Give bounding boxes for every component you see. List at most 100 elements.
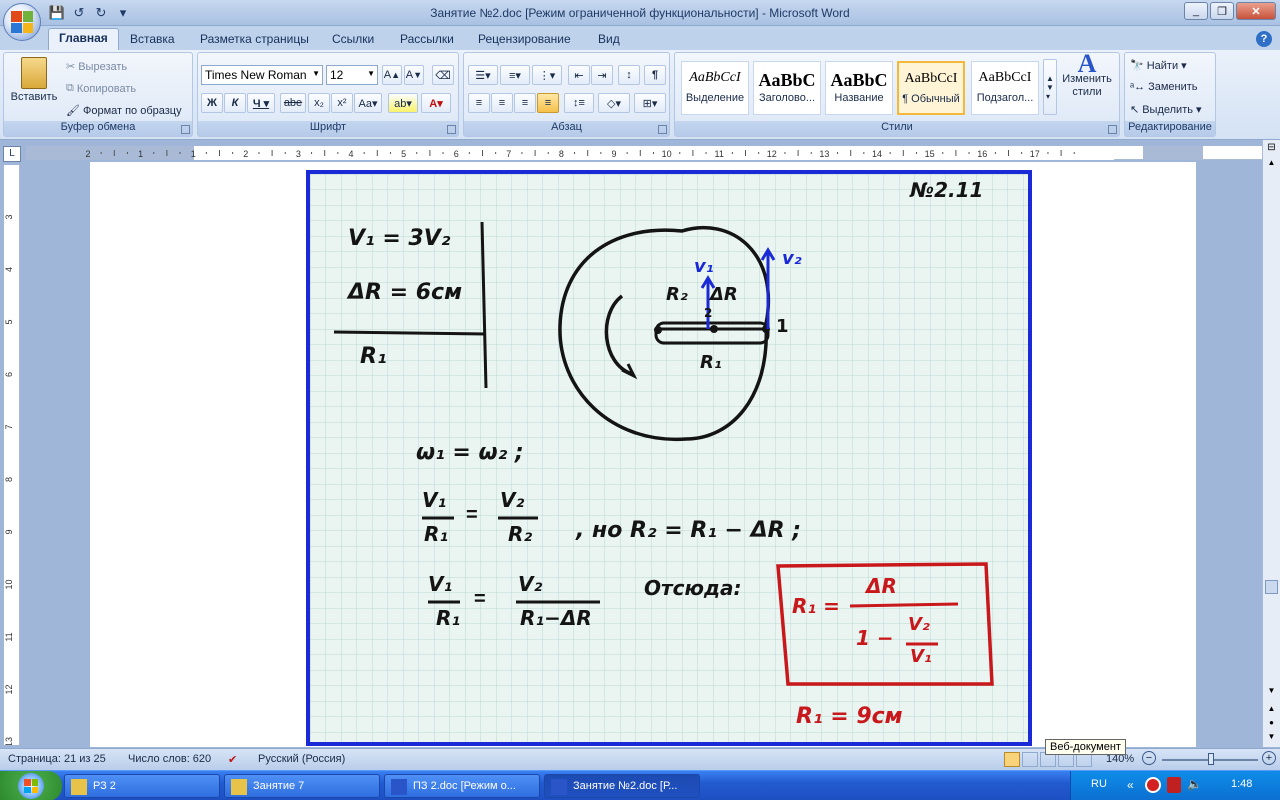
prev-page-icon[interactable]: ▲: [1265, 704, 1278, 718]
word-count[interactable]: Число слов: 620: [128, 753, 211, 765]
tab-mailings[interactable]: Рассылки: [390, 30, 464, 48]
style-preview: AaBbC: [758, 70, 816, 90]
minimize-button[interactable]: _: [1184, 2, 1208, 20]
undo-icon[interactable]: ↺: [70, 4, 88, 22]
select-button[interactable]: ↖ Выделить ▾: [1130, 103, 1202, 117]
customize-toolbar-icon[interactable]: ▾: [114, 4, 132, 22]
highlight-icon[interactable]: ab▾: [388, 93, 418, 113]
eq3-num1: V₁: [428, 572, 453, 596]
show-marks-icon[interactable]: ¶: [644, 65, 666, 85]
increase-indent-icon[interactable]: ⇥: [591, 65, 613, 85]
reading-layout-icon[interactable]: [1022, 752, 1038, 767]
strikethrough-button[interactable]: abe: [280, 93, 306, 113]
page-counter[interactable]: Страница: 21 из 25: [8, 753, 106, 765]
change-styles-button[interactable]: A Изменить стили: [1059, 51, 1115, 99]
redo-icon[interactable]: ↻: [92, 4, 110, 22]
vertical-scrollbar[interactable]: ⊟ ▲ ▼ ▲ ● ▼: [1262, 140, 1280, 747]
subscript-button[interactable]: x₂: [308, 93, 330, 113]
print-layout-icon[interactable]: [1004, 752, 1020, 767]
clock[interactable]: 1:48: [1231, 778, 1252, 790]
help-icon[interactable]: ?: [1256, 31, 1272, 47]
tab-references[interactable]: Ссылки: [322, 30, 384, 48]
multilevel-list-icon[interactable]: ⋮▾: [532, 65, 562, 85]
cut-button[interactable]: ✂ Вырезать: [66, 60, 128, 74]
style-normal[interactable]: AaBbCcI ¶ Обычный: [897, 61, 965, 115]
split-icon[interactable]: ⊟: [1265, 142, 1278, 156]
scanned-solution-image[interactable]: №2.11 V₁ = 3V₂ ΔR = 6см R₁ R₂ ΔR R₁ 1 2 …: [306, 170, 1032, 746]
save-icon[interactable]: 💾: [48, 4, 66, 22]
close-button[interactable]: ✕: [1236, 2, 1276, 20]
taskbar-item[interactable]: РЗ 2: [64, 774, 220, 798]
dialog-launcher-icon[interactable]: [181, 125, 190, 134]
align-right-icon[interactable]: ≡: [514, 93, 536, 113]
style-subtitle[interactable]: AaBbCcI Подзагол...: [971, 61, 1039, 115]
borders-icon[interactable]: ⊞▾: [634, 93, 666, 113]
style-emphasis[interactable]: AaBbCcI Выделение: [681, 61, 749, 115]
change-case-button[interactable]: Aa▾: [354, 93, 382, 113]
font-name-select[interactable]: Times New Roman ▼: [201, 65, 323, 85]
sort-icon[interactable]: ↕: [618, 65, 640, 85]
style-heading[interactable]: AaBbC Заголово...: [753, 61, 821, 115]
tab-review[interactable]: Рецензирование: [468, 30, 581, 48]
underline-button[interactable]: Ч ▾: [247, 93, 275, 113]
language[interactable]: Русский (Россия): [258, 753, 345, 765]
taskbar-item[interactable]: Занятие 7: [224, 774, 380, 798]
font-color-icon[interactable]: A▾: [421, 93, 451, 113]
scroll-up-icon[interactable]: ▲: [1265, 158, 1278, 172]
maximize-button[interactable]: ❐: [1210, 2, 1234, 20]
styles-scroll[interactable]: ▲ ▼ ▾: [1043, 59, 1057, 115]
zoom-slider-thumb[interactable]: [1208, 753, 1214, 765]
scroll-thumb[interactable]: [1265, 580, 1278, 594]
style-title[interactable]: AaBbC Название: [825, 61, 893, 115]
spellcheck-icon[interactable]: ✔: [228, 753, 237, 766]
align-left-icon[interactable]: ≡: [468, 93, 490, 113]
antivirus-icon[interactable]: [1145, 777, 1161, 793]
shading-icon[interactable]: ◇▾: [598, 93, 630, 113]
browse-object-icon[interactable]: ●: [1265, 718, 1278, 730]
justify-icon[interactable]: ≡: [537, 93, 559, 113]
numbering-icon[interactable]: ≡▾: [500, 65, 530, 85]
dialog-launcher-icon[interactable]: [447, 125, 456, 134]
copy-button[interactable]: ⧉ Копировать: [66, 82, 136, 95]
taskbar-item[interactable]: ПЗ 2.doc [Режим о...: [384, 774, 540, 798]
taskbar-item-label: РЗ 2: [93, 780, 116, 792]
speaker-icon[interactable]: 🔈: [1187, 777, 1202, 791]
format-painter-button[interactable]: 🖌 Формат по образцу: [66, 104, 182, 118]
next-page-icon[interactable]: ▼: [1265, 732, 1278, 744]
clear-format-icon[interactable]: ⌫: [432, 65, 454, 85]
decrease-indent-icon[interactable]: ⇤: [568, 65, 590, 85]
tab-view[interactable]: Вид: [588, 30, 630, 48]
start-button[interactable]: [0, 771, 62, 800]
align-center-icon[interactable]: ≡: [491, 93, 513, 113]
find-button[interactable]: 🔭 Найти ▾: [1130, 59, 1187, 73]
zoom-in-icon[interactable]: +: [1262, 751, 1276, 765]
zoom-out-icon[interactable]: −: [1142, 751, 1156, 765]
grow-font-button[interactable]: A ▲: [382, 65, 402, 85]
line-spacing-icon[interactable]: ↕≡: [564, 93, 594, 113]
tab-insert[interactable]: Вставка: [120, 30, 185, 48]
replace-button[interactable]: ᵃ↔ Заменить: [1130, 81, 1198, 93]
bold-button[interactable]: Ж: [201, 93, 223, 113]
font-size-select[interactable]: 12 ▼: [326, 65, 378, 85]
bullets-icon[interactable]: ☰▾: [468, 65, 498, 85]
ruler-toggle-button[interactable]: L: [3, 146, 21, 162]
italic-button[interactable]: К: [224, 93, 246, 113]
style-preview: AaBbCcI: [978, 70, 1032, 85]
dialog-launcher-icon[interactable]: [1108, 125, 1117, 134]
shrink-font-button[interactable]: A ▼: [404, 65, 424, 85]
tray-arrow-icon[interactable]: «: [1127, 778, 1134, 792]
superscript-button[interactable]: x²: [331, 93, 353, 113]
vertical-ruler[interactable]: 34567891011121314: [4, 165, 20, 745]
office-button[interactable]: [3, 3, 41, 41]
tab-home[interactable]: Главная: [48, 28, 119, 50]
paste-button[interactable]: Вставить: [8, 57, 60, 103]
language-indicator[interactable]: RU: [1091, 778, 1107, 790]
security-icon[interactable]: [1167, 777, 1181, 793]
cut-label: Вырезать: [78, 60, 128, 73]
scroll-down-icon[interactable]: ▼: [1265, 686, 1278, 700]
taskbar-item-active[interactable]: Занятие №2.doc [Р...: [544, 774, 700, 798]
dialog-launcher-icon[interactable]: [658, 125, 667, 134]
horizontal-ruler[interactable]: 2 1 1 2 3 4 5 6 7 8 9 10 11 12 13 14 15 16 17: [26, 146, 1262, 160]
tab-page-layout[interactable]: Разметка страницы: [190, 30, 319, 48]
word-doc-icon: [551, 779, 567, 795]
